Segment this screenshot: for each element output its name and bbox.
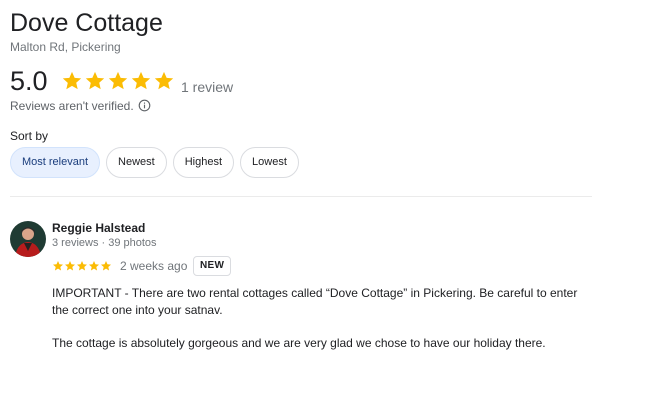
review-paragraph: IMPORTANT - There are two rental cottage… — [52, 286, 578, 317]
star-icon — [108, 71, 128, 90]
review-time: 2 weeks ago — [120, 259, 188, 273]
rating-stars — [61, 70, 175, 92]
info-icon[interactable] — [138, 99, 151, 112]
review-stars — [52, 260, 112, 272]
sort-chip-newest[interactable]: Newest — [106, 147, 167, 178]
sort-by-label: Sort by — [10, 129, 49, 143]
star-icon — [101, 261, 111, 271]
sort-chip-most-relevant[interactable]: Most relevant — [10, 147, 101, 178]
sort-chips: Most relevant Newest Highest Lowest — [10, 147, 299, 178]
place-title: Dove Cottage — [10, 9, 163, 37]
review-text: IMPORTANT - There are two rental cottage… — [52, 285, 597, 368]
star-icon — [85, 71, 105, 90]
sort-chip-highest[interactable]: Highest — [172, 147, 235, 178]
reviewer-name[interactable]: Reggie Halstead — [52, 221, 145, 235]
star-icon — [53, 261, 63, 271]
review-count[interactable]: 1 review — [181, 79, 233, 95]
star-icon — [131, 71, 151, 90]
reviewer-avatar[interactable] — [10, 221, 46, 257]
star-icon — [89, 261, 99, 271]
star-icon — [62, 71, 82, 90]
review-paragraph: The cottage is absolutely gorgeous and w… — [52, 336, 546, 350]
reviewer-meta: 3 reviews · 39 photos — [52, 237, 157, 249]
new-badge: NEW — [193, 256, 232, 276]
star-icon — [154, 71, 174, 90]
place-address: Malton Rd, Pickering — [10, 40, 121, 54]
divider — [10, 196, 592, 197]
unverified-notice: Reviews aren't verified. — [10, 99, 134, 113]
rating-value: 5.0 — [10, 66, 48, 96]
sort-chip-lowest[interactable]: Lowest — [240, 147, 299, 178]
star-icon — [77, 261, 87, 271]
star-icon — [65, 261, 75, 271]
